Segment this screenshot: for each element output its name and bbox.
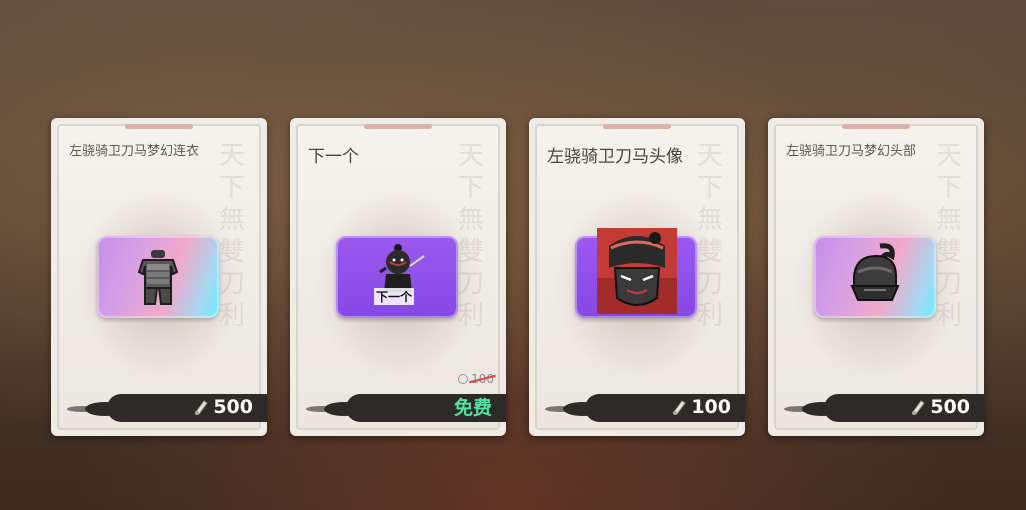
item-tile[interactable] bbox=[575, 228, 697, 318]
item-tile[interactable] bbox=[97, 236, 219, 318]
shop-card-armor[interactable]: 天下無雙刀利 左骁骑卫刀马梦幻连衣 500 bbox=[51, 118, 267, 436]
helmet-icon bbox=[850, 243, 900, 301]
item-title: 左骁骑卫刀马梦幻头部 bbox=[786, 144, 917, 159]
masked-warrior-portrait-icon bbox=[597, 228, 677, 314]
item-price: 100 bbox=[691, 396, 731, 418]
card-watermark: 天下無雙刀利 bbox=[457, 141, 484, 331]
card-watermark: 天下無雙刀利 bbox=[218, 141, 245, 331]
price-bar[interactable]: 500 bbox=[51, 390, 267, 436]
price-bar[interactable]: 500 bbox=[768, 390, 984, 436]
item-caption: 下一个 bbox=[374, 288, 415, 305]
armor-suit-icon bbox=[137, 250, 179, 305]
price-bar[interactable]: 100 bbox=[529, 390, 745, 436]
item-title: 左骁骑卫刀马头像 bbox=[547, 147, 683, 167]
free-price-label: 免费 bbox=[453, 397, 492, 419]
item-price: 500 bbox=[930, 396, 970, 418]
item-tile[interactable]: 下一个 bbox=[336, 236, 458, 318]
card-watermark: 天下無雙刀利 bbox=[935, 141, 962, 331]
item-title: 左骁骑卫刀马梦幻连衣 bbox=[69, 144, 200, 159]
scroll-icon bbox=[912, 400, 925, 415]
item-title: 下一个 bbox=[308, 147, 359, 167]
scroll-icon bbox=[673, 400, 686, 415]
shop-card-next[interactable]: 天下無雙刀利 下一个 下一个 100 免费 bbox=[290, 118, 506, 436]
price-bar[interactable]: 免费 bbox=[290, 390, 506, 436]
shop-card-helmet[interactable]: 天下無雙刀利 左骁骑卫刀马梦幻头部 500 bbox=[768, 118, 984, 436]
item-tile[interactable] bbox=[814, 236, 936, 318]
shop-card-portrait[interactable]: 天下無雙刀利 左骁骑卫刀马头像 100 bbox=[529, 118, 745, 436]
original-price: 100 bbox=[458, 372, 494, 386]
card-watermark: 天下無雙刀利 bbox=[696, 141, 723, 331]
item-price: 500 bbox=[213, 396, 253, 418]
coin-icon bbox=[458, 374, 469, 384]
scroll-icon bbox=[195, 400, 208, 415]
